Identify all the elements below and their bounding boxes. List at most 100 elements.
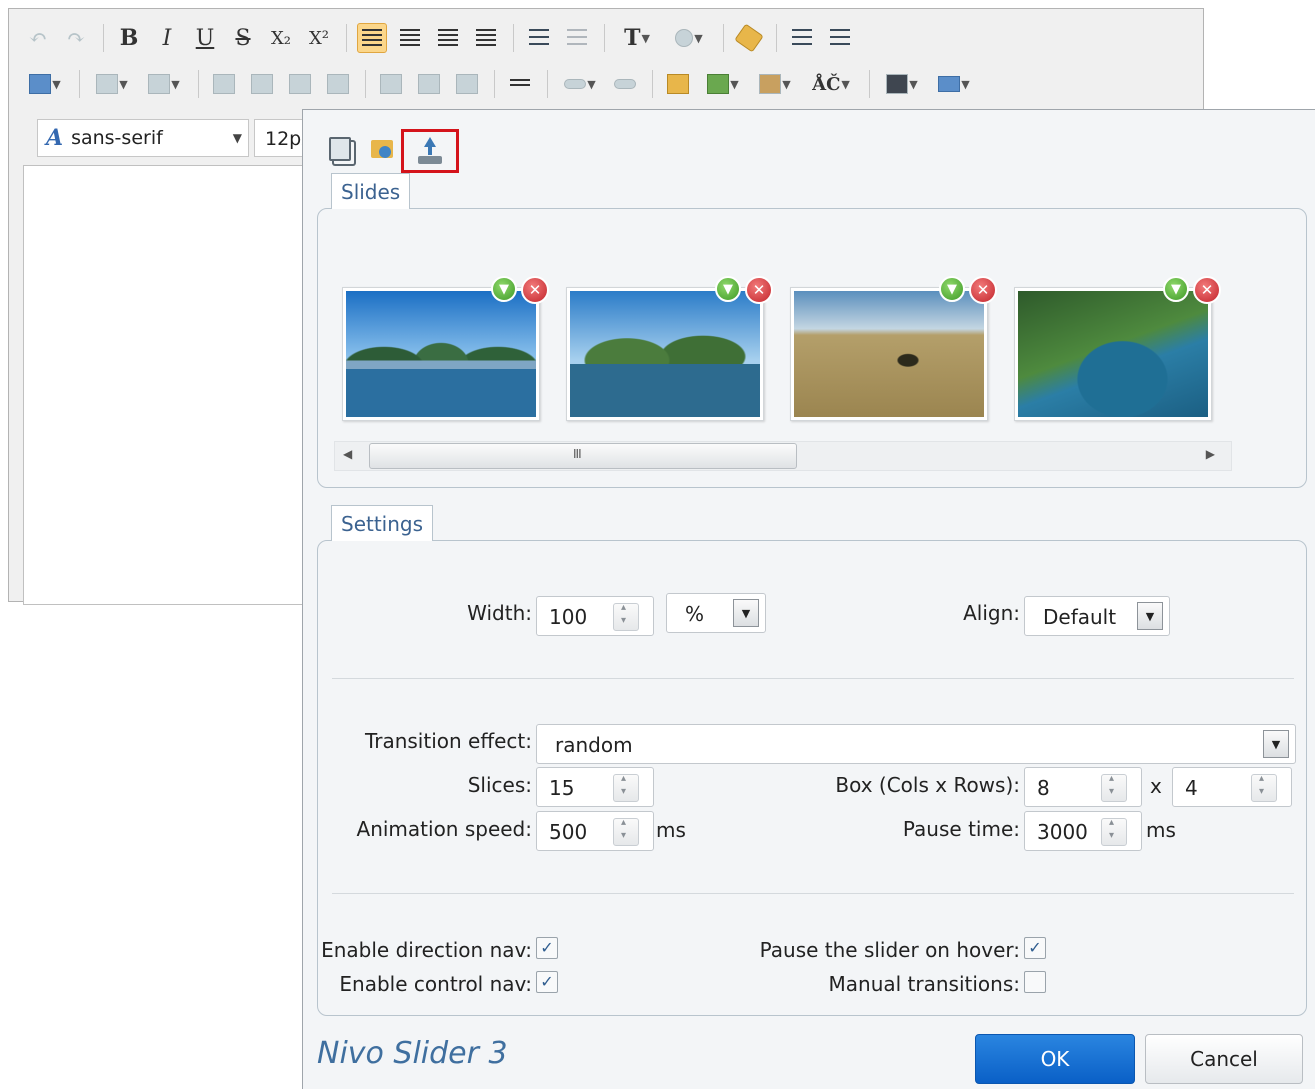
unlink-button[interactable] (610, 69, 640, 99)
row-button[interactable]: ▼ (90, 69, 134, 99)
text-color-button[interactable]: ▼ (667, 23, 711, 53)
animation-speed-label: Animation speed: (356, 817, 532, 841)
horizontal-rule-button[interactable] (505, 69, 535, 99)
transition-effect-select[interactable]: random ▼ (536, 724, 1296, 764)
delete-col-icon (418, 74, 440, 94)
box-cols-stepper[interactable] (1101, 773, 1127, 802)
slices-input[interactable]: 15 (536, 767, 654, 807)
upload-icon (418, 137, 442, 165)
pause-on-hover-checkbox[interactable]: ✓ (1024, 937, 1046, 959)
replace-button[interactable]: ▼ (932, 69, 976, 99)
slides-scrollbar[interactable]: ◀ III ▶ (334, 441, 1232, 471)
align-value: Default (1043, 605, 1117, 629)
insert-col-left-button[interactable] (285, 69, 315, 99)
insert-row-above-button[interactable] (209, 69, 239, 99)
upload-button[interactable] (401, 129, 459, 173)
animation-speed-input[interactable]: 500 (536, 811, 654, 851)
broom-icon (734, 23, 764, 53)
control-nav-checkbox[interactable]: ✓ (536, 971, 558, 993)
outdent-button[interactable] (562, 23, 592, 53)
clear-format-button[interactable] (734, 23, 764, 53)
scroll-thumb[interactable]: III (369, 443, 797, 469)
media-icon (759, 74, 782, 94)
insert-document-button[interactable] (663, 69, 693, 99)
italic-button[interactable]: I (152, 23, 182, 53)
delete-slide-icon[interactable]: ✕ (745, 276, 773, 304)
numbered-list-button[interactable] (825, 23, 855, 53)
pause-time-stepper[interactable] (1101, 817, 1127, 846)
undo-icon[interactable]: ↶ (23, 23, 53, 53)
chevron-down-icon: ▼ (587, 77, 596, 91)
toolbar-row-2: ▼ ▼ ▼ ▼ ▼ ▼ ÅČ ▼ ▼ ▼ (23, 67, 984, 101)
slices-stepper[interactable] (613, 773, 639, 802)
slide-thumbnail[interactable]: ▼ ✕ (1014, 276, 1221, 421)
font-family-select[interactable]: A sans-serif ▼ (37, 119, 249, 157)
align-right-button[interactable] (471, 23, 501, 53)
link-icon (564, 79, 587, 89)
delete-row-button[interactable] (376, 69, 406, 99)
cell-button[interactable]: ▼ (142, 69, 186, 99)
insert-media-button[interactable]: ▼ (753, 69, 797, 99)
replace-icon (938, 76, 961, 92)
bullet-list-button[interactable] (787, 23, 817, 53)
animation-speed-stepper[interactable] (613, 817, 639, 846)
copy-slide-button[interactable] (325, 134, 355, 164)
superscript-button[interactable]: X² (304, 23, 334, 53)
align-center-button[interactable] (395, 23, 425, 53)
special-chars-button[interactable]: ÅČ ▼ (805, 69, 857, 99)
strikethrough-button[interactable]: S (228, 23, 258, 53)
align-justify-button[interactable] (433, 23, 463, 53)
delete-slide-icon[interactable]: ✕ (521, 276, 549, 304)
insert-image-button[interactable]: ▼ (701, 69, 745, 99)
direction-nav-checkbox[interactable]: ✓ (536, 937, 558, 959)
chevron-down-icon: ▼ (694, 31, 703, 45)
font-size-button[interactable]: T ▼ (615, 23, 659, 53)
select-slide-icon[interactable]: ▼ (491, 276, 517, 302)
insert-table-button[interactable]: ▼ (23, 69, 67, 99)
settings-group: Width: 100 % ▼ Align: Default ▼ Transiti… (317, 540, 1307, 1016)
link-button[interactable]: ▼ (558, 69, 602, 99)
scroll-left-icon[interactable]: ◀ (343, 447, 352, 461)
editor-content-area[interactable] (23, 165, 313, 605)
subscript-button[interactable]: X₂ (266, 23, 296, 53)
box-rows-stepper[interactable] (1251, 773, 1277, 802)
delete-slide-icon[interactable]: ✕ (969, 276, 997, 304)
width-input[interactable]: 100 (536, 596, 654, 636)
slide-thumbnail[interactable]: ▼ ✕ (342, 276, 549, 421)
pause-time-input[interactable]: 3000 (1024, 811, 1142, 851)
align-label: Align: (963, 601, 1020, 625)
select-slide-icon[interactable]: ▼ (1163, 276, 1189, 302)
manual-transitions-checkbox[interactable] (1024, 971, 1046, 993)
width-unit-select[interactable]: % ▼ (666, 593, 766, 633)
binoculars-icon (886, 74, 909, 94)
redo-icon[interactable]: ↷ (61, 23, 91, 53)
dialog-title: Nivo Slider 3 (317, 1036, 508, 1071)
chevron-down-icon: ▼ (961, 77, 970, 91)
box-cols-input[interactable]: 8 (1024, 767, 1142, 807)
find-button[interactable]: ▼ (880, 69, 924, 99)
open-folder-button[interactable] (367, 134, 397, 164)
paint-bucket-icon (675, 29, 694, 47)
scroll-right-icon[interactable]: ▶ (1206, 447, 1215, 461)
select-slide-icon[interactable]: ▼ (939, 276, 965, 302)
indent-button[interactable] (524, 23, 554, 53)
insert-row-below-button[interactable] (247, 69, 277, 99)
ok-button[interactable]: OK (975, 1034, 1135, 1084)
slide-thumbnail[interactable]: ▼ ✕ (790, 276, 997, 421)
pause-on-hover-label: Pause the slider on hover: (759, 938, 1020, 962)
width-stepper[interactable] (613, 602, 639, 631)
align-select[interactable]: Default ▼ (1024, 596, 1170, 636)
insert-col-right-button[interactable] (323, 69, 353, 99)
box-rows-input[interactable]: 4 (1172, 767, 1292, 807)
delete-col-button[interactable] (414, 69, 444, 99)
slide-thumbnail[interactable]: ▼ ✕ (566, 276, 773, 421)
cancel-button[interactable]: Cancel (1145, 1034, 1303, 1084)
select-slide-icon[interactable]: ▼ (715, 276, 741, 302)
delete-slide-icon[interactable]: ✕ (1193, 276, 1221, 304)
delete-table-button[interactable] (452, 69, 482, 99)
bold-button[interactable]: B (114, 23, 144, 53)
karst-lake-image (346, 291, 536, 417)
coastal-bay-image (1018, 291, 1208, 417)
underline-button[interactable]: U (190, 23, 220, 53)
align-left-button[interactable] (357, 23, 387, 53)
